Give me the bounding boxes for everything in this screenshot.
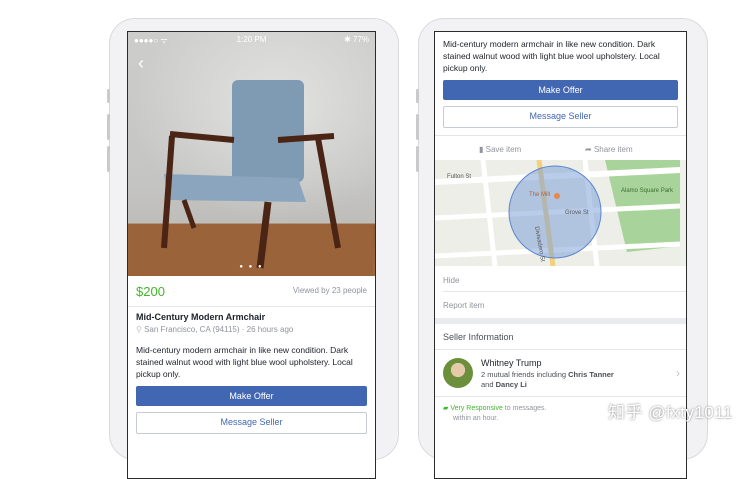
left-phone: ●●●●○ ᯤ 1:20 PM ✱ 77% ‹ ● ● ● $200 Viewe… [107,18,399,479]
section-gap [435,318,686,324]
mutual-friend-name[interactable]: Dancy Li [496,380,527,389]
listing-title: Mid-Century Modern Armchair [136,312,266,322]
battery-icon: ✱ 77% [344,35,369,44]
bookmark-icon: ▮ [479,145,486,154]
map-label: Fulton St [447,174,472,180]
page-dots: ● ● ● [239,264,264,270]
volume-down-button [107,146,110,172]
save-item-label: Save item [485,145,522,154]
back-chevron-icon[interactable]: ‹ [138,54,144,72]
responsive-line2: within an hour. [453,415,499,422]
listing-description: Mid-century modern armchair in like new … [136,345,353,379]
mutual-friend-name[interactable]: Chris Tanner [568,370,614,379]
map-label: Grove St [565,210,589,216]
price-row: $200 Viewed by 23 people [136,283,367,303]
view-count: Viewed by 23 people [292,286,367,295]
message-seller-button[interactable]: Message Seller [443,106,678,128]
divider [443,291,686,292]
mute-switch [107,89,110,103]
location-pin-icon: ⚲ [136,325,145,334]
price: $200 [136,284,165,299]
chair-leg-back-left [181,199,197,229]
status-time: 1:20 PM [236,35,267,44]
share-item-action[interactable]: ➦ Share item [585,145,633,154]
listing-photo[interactable]: ●●●●○ ᯤ 1:20 PM ✱ 77% ‹ ● ● ● [128,32,375,276]
chair-seat [164,174,306,202]
action-row: ▮ Save item ➦ Share item [435,141,686,161]
location-text: San Francisco, CA (94115) · 26 hours ago [144,325,294,334]
volume-up-button [416,114,419,140]
volume-up-button [107,114,110,140]
seller-name[interactable]: Whitney Trump [481,358,542,368]
chair-backrest [232,80,304,182]
make-offer-button[interactable]: Make Offer [443,80,678,100]
left-screen: ●●●●○ ᯤ 1:20 PM ✱ 77% ‹ ● ● ● $200 Viewe… [127,31,376,479]
listing-description: Mid-century modern armchair in like new … [443,39,660,73]
map-label: The Mill [529,192,551,198]
divider [435,349,686,350]
report-item[interactable]: Report item [443,301,484,310]
armchair-illustration [128,80,373,276]
hide-item[interactable]: Hide [443,276,459,285]
divider [435,396,686,397]
share-item-label: Share item [593,145,633,154]
location-map[interactable]: Fulton St The Mill Grove St Alamo Square… [435,160,686,266]
seller-information-heading: Seller Information [443,332,514,342]
map-graphic [435,160,681,266]
save-item-action[interactable]: ▮ Save item [479,145,521,154]
responsive-rest: to messages. [502,405,547,412]
mute-switch [416,89,419,103]
message-seller-button[interactable]: Message Seller [136,412,367,434]
divider [128,306,375,307]
seller-avatar[interactable] [443,358,473,388]
responsiveness: ▰ Very Responsive to messages. within an… [443,404,546,424]
share-arrow-icon: ➦ [585,145,594,154]
chair-arm-right [277,133,335,143]
chevron-right-icon[interactable]: › [676,366,680,380]
map-label: Alamo Square Park [621,188,674,194]
mutual-prefix: 2 mutual friends including [481,370,569,379]
volume-down-button [416,146,419,172]
mutual-friends: 2 mutual friends including Chris Tanner … [481,370,614,390]
right-phone: Mid-century modern armchair in like new … [416,18,708,479]
chair-arm-left [169,131,235,143]
poi-dot [554,193,560,199]
responsive-label: Very Responsive [450,405,503,412]
mutual-and: and [481,380,496,389]
divider [435,135,686,136]
make-offer-button[interactable]: Make Offer [136,386,367,406]
listing-location: ⚲ San Francisco, CA (94115) · 26 hours a… [136,325,293,334]
status-bar: ●●●●○ ᯤ 1:20 PM ✱ 77% [128,32,375,46]
watermark: 知乎 @fxty1011 [608,403,733,422]
